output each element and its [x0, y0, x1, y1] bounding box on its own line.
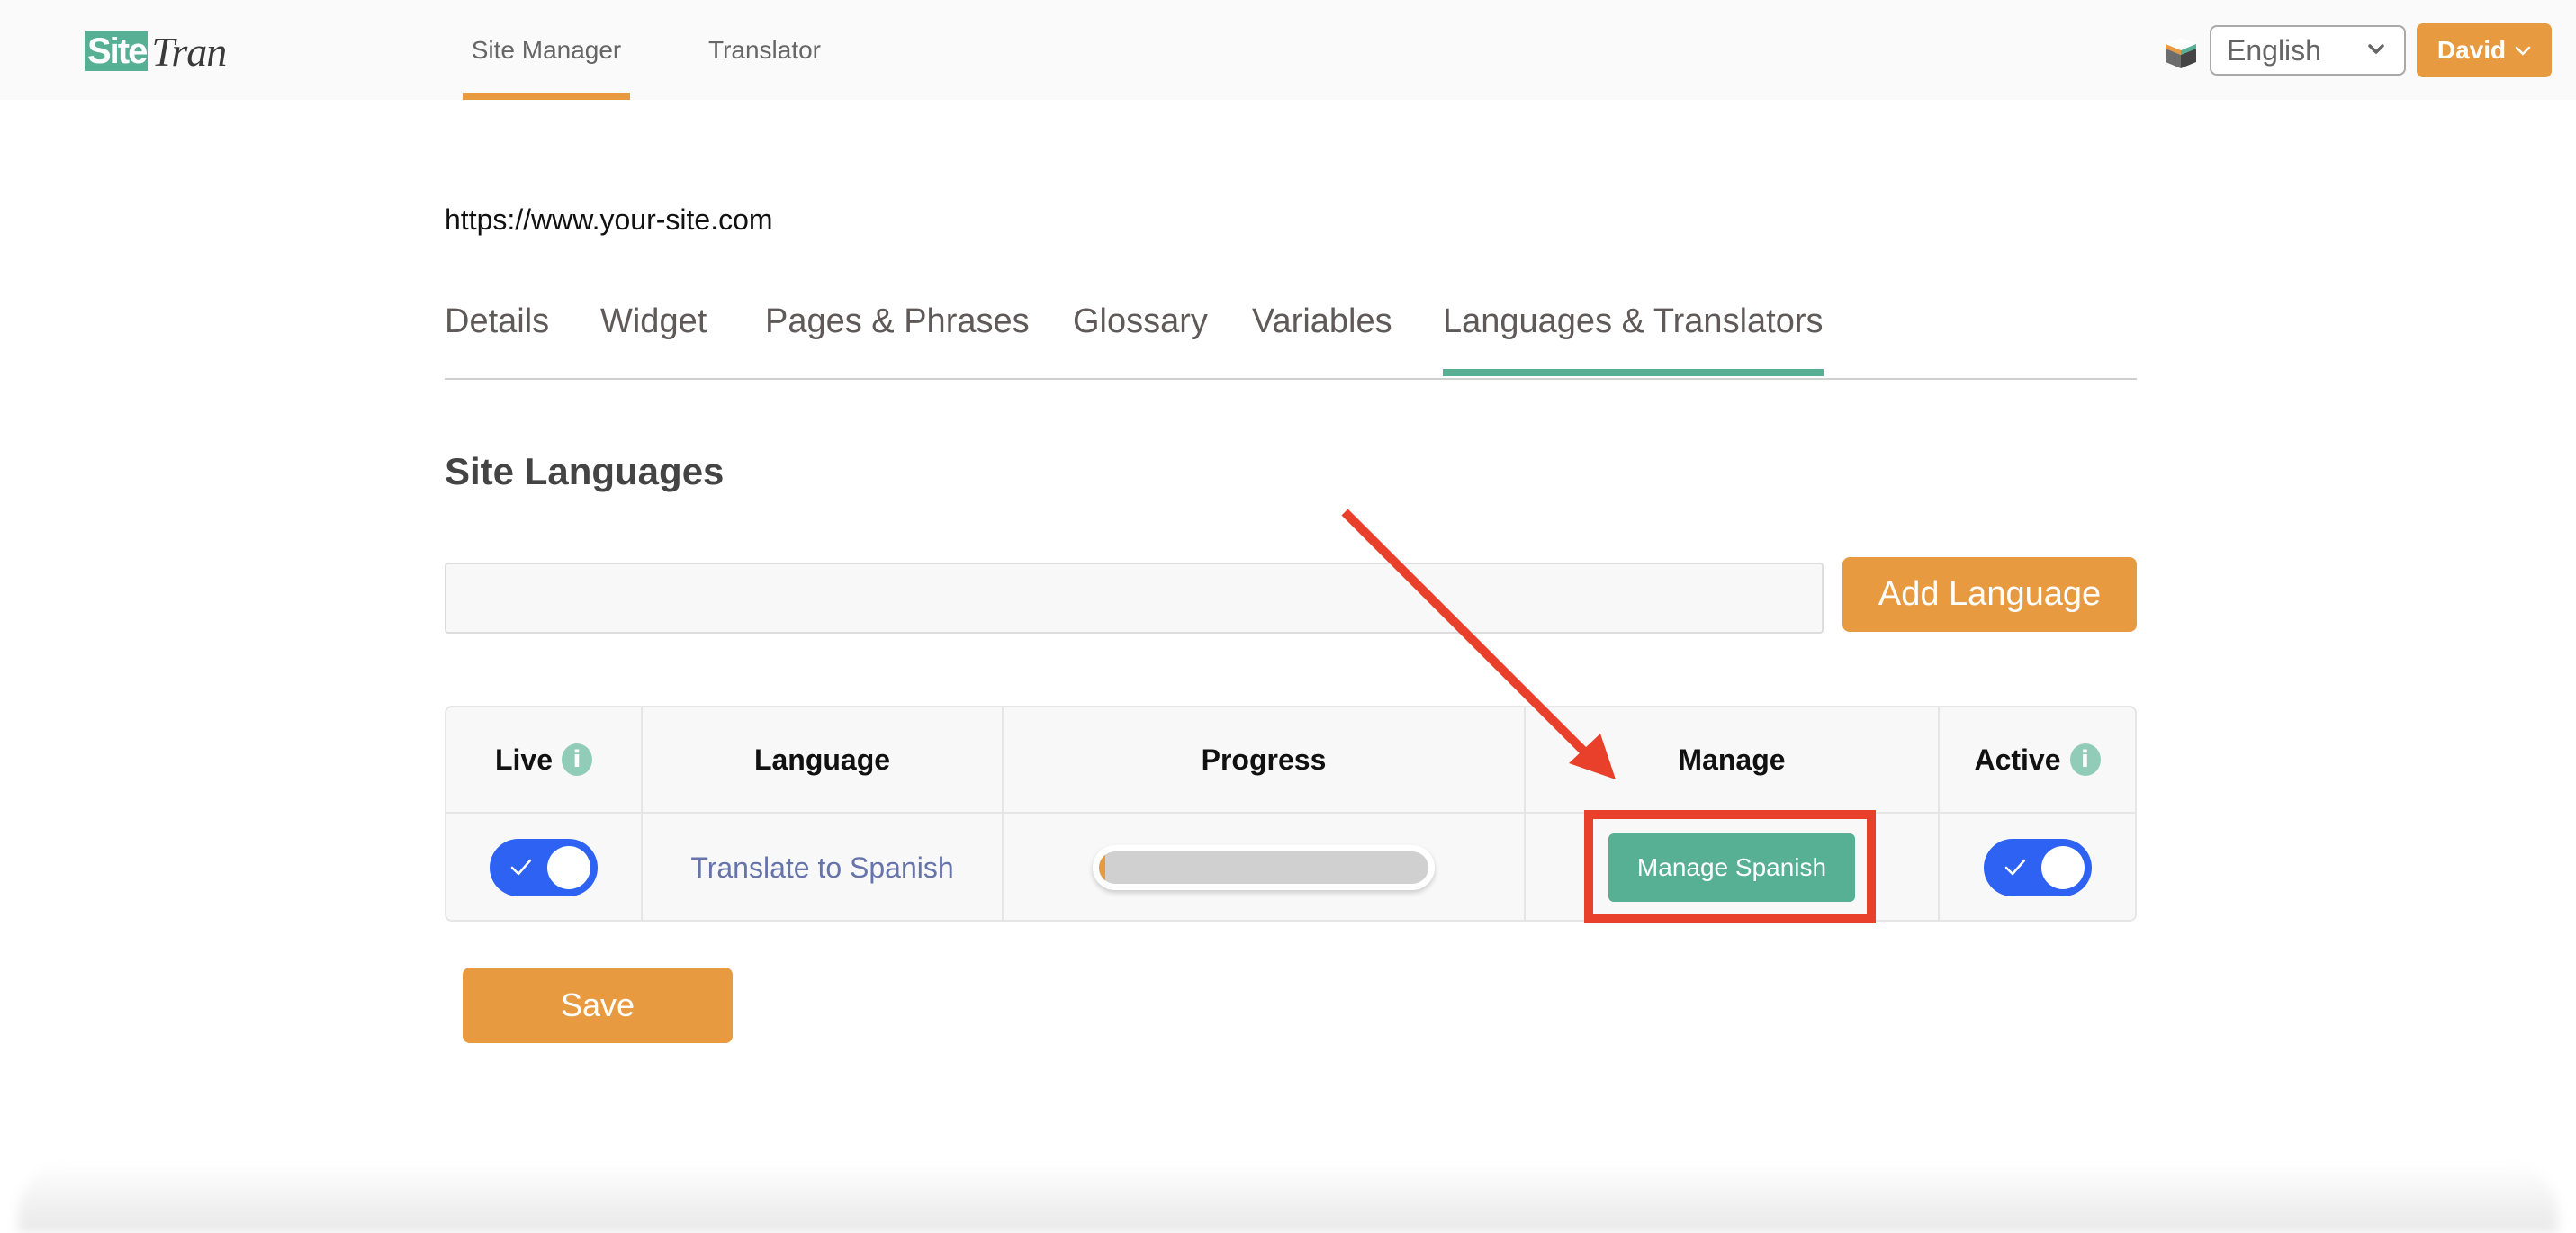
- info-icon[interactable]: i: [2069, 743, 2101, 776]
- language-select-value: English: [2227, 33, 2321, 67]
- tab-pages-phrases[interactable]: Pages & Phrases: [765, 302, 1030, 341]
- table-row-manage-cell: Manage Spanish: [1526, 814, 1938, 922]
- footer-shadow: [18, 1161, 2558, 1233]
- live-toggle[interactable]: [490, 839, 598, 896]
- checkmark-icon: [510, 859, 532, 876]
- chevron-down-icon: [2368, 44, 2384, 54]
- tab-variables[interactable]: Variables: [1252, 302, 1392, 341]
- site-url: https://www.your-site.com: [445, 203, 773, 236]
- progress-track: [1099, 851, 1428, 884]
- user-menu-button[interactable]: David: [2417, 23, 2552, 77]
- column-header-label: Live: [494, 742, 554, 776]
- manage-spanish-button[interactable]: Manage Spanish: [1608, 833, 1855, 902]
- add-language-input[interactable]: [445, 562, 1824, 634]
- translate-to-spanish-link[interactable]: Translate to Spanish: [690, 851, 953, 885]
- table-row-active-cell: [1940, 814, 2135, 922]
- cube-icon: [2166, 38, 2196, 68]
- tab-languages-translators[interactable]: Languages & Translators: [1443, 302, 1824, 376]
- section-title: Site Languages: [445, 450, 725, 492]
- logo-tran-text: Tran: [151, 28, 227, 75]
- column-header-progress: Progress: [1004, 707, 1524, 812]
- table-row-progress-cell: [1004, 814, 1524, 922]
- tab-widget[interactable]: Widget: [600, 302, 707, 341]
- column-header-label: Manage: [1678, 742, 1786, 776]
- tab-details[interactable]: Details: [445, 302, 549, 341]
- save-button[interactable]: Save: [463, 968, 733, 1043]
- user-name: David: [2436, 36, 2507, 64]
- top-navigation-bar: Site Tran Site Manager Translator Englis…: [0, 0, 2576, 100]
- logo-site-text: Site: [85, 32, 148, 71]
- site-tabs: Details Widget Pages & Phrases Glossary …: [445, 297, 2137, 380]
- column-header-label: Language: [753, 742, 891, 776]
- active-toggle[interactable]: [1983, 839, 2092, 896]
- chevron-down-icon: [2515, 46, 2531, 56]
- language-select[interactable]: English: [2210, 25, 2406, 76]
- column-header-active: Active i: [1940, 707, 2135, 812]
- add-language-button[interactable]: Add Language: [1842, 557, 2137, 632]
- tab-glossary[interactable]: Glossary: [1073, 302, 1208, 341]
- translation-progress-bar: [1093, 845, 1435, 890]
- column-header-language: Language: [643, 707, 1002, 812]
- column-header-label: Active: [1974, 742, 2061, 776]
- column-header-label: Progress: [1201, 742, 1327, 776]
- sitetran-logo[interactable]: Site Tran: [85, 29, 227, 75]
- toggle-knob: [547, 846, 590, 889]
- info-icon[interactable]: i: [562, 743, 593, 776]
- nav-translator[interactable]: Translator: [708, 36, 821, 65]
- languages-table: Live i Language Progress Manage Active i…: [445, 706, 2137, 922]
- progress-fill: [1099, 851, 1106, 884]
- table-row-language-cell: Translate to Spanish: [643, 814, 1002, 922]
- toggle-knob: [2040, 846, 2085, 889]
- nav-site-manager[interactable]: Site Manager: [463, 36, 630, 100]
- checkmark-icon: [2004, 859, 2025, 876]
- column-header-live: Live i: [446, 707, 641, 812]
- column-header-manage: Manage: [1526, 707, 1938, 812]
- table-row-live-cell: [446, 814, 641, 922]
